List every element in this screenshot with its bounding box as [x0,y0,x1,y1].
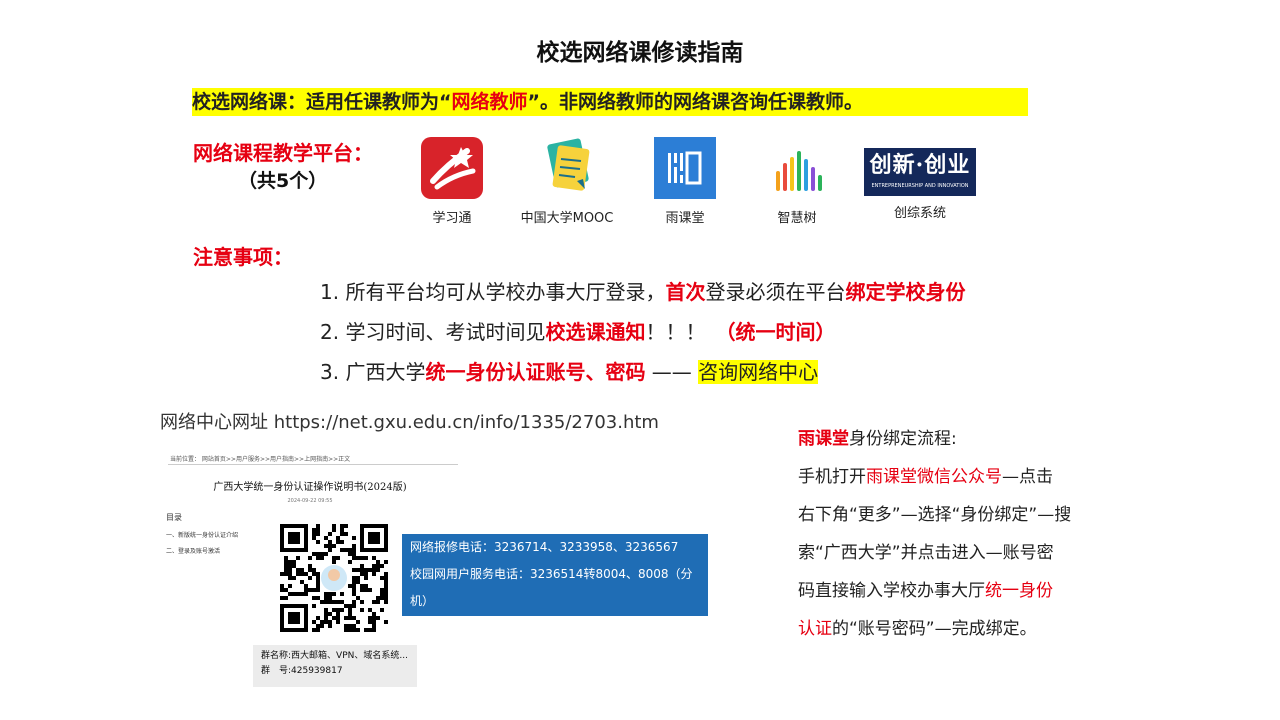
app-label: 创综系统 [893,206,946,221]
flow-text: 索“广西大学”并点击进入—账号密 [798,543,1054,563]
qr-code-icon[interactable] [280,524,388,632]
note-emphasis: 统一身份认证账号、密码 [425,360,646,384]
note-emphasis: 首次 [665,280,706,304]
network-course-banner: 校选网络课：适用任课教师为“网络教师”。非网络教师的网络课咨询任课教师。 [192,88,1028,116]
page-title: 校选网络课修读指南 [536,40,744,66]
group-name: 群名称:西大邮箱、VPN、域名系统... [261,651,408,661]
group-number: 群 号:425939817 [261,666,343,676]
chuangxin-logo-sub: ENTREPRENEURSHIP AND INNOVATION [871,183,969,189]
xuexitong-icon [421,137,483,199]
flow-text: 身份绑定流程: [849,429,957,449]
network-center-url[interactable]: https://net.gxu.edu.cn/info/1335/2703.ht… [274,412,659,433]
phone-info-box: 网络报修电话：3236714、3233958、3236567 校园网用户服务电话… [402,534,708,635]
flow-emphasis: 雨课堂 [798,429,849,449]
app-label: 雨课堂 [665,211,705,226]
doc-date: 2024-09-22 09:55 [287,498,333,504]
note-text: 1. 所有平台均可从学校办事大厅登录， [320,280,666,304]
mooc-icon [537,137,597,199]
doc-divider [168,464,458,465]
chuangxin-logo-text: 创新·创业 [869,152,971,178]
notice-item-2: 2. 学习时间、考试时间见校选课通知！！！ （统一时间） [320,316,835,345]
note-emphasis: （统一时间） [715,320,836,344]
note-emphasis: 校选课通知 [545,320,646,344]
app-label: 中国大学MOOC [520,211,614,226]
zhihuishu-icon [766,137,828,199]
flow-emphasis: 认证 [798,619,832,639]
network-center-url-line: 网络中心网址 https://net.gxu.edu.cn/info/1335/… [160,408,659,434]
notice-label: 注意事项： [193,245,293,269]
flow-text: 右下角“更多”—选择“身份绑定”—搜 [798,505,1072,525]
note-text: 2. 学习时间、考试时间见 [320,320,546,344]
url-label: 网络中心网址 [160,412,268,433]
flow-emphasis: 雨课堂微信公众号 [866,467,1002,487]
app-xuexitong[interactable]: 学习通 [407,137,497,226]
app-mooc[interactable]: 中国大学MOOC [517,137,617,226]
platforms-count: （共5个） [238,170,328,192]
flow-text: —点击 [1002,467,1053,487]
flow-emphasis: 统一身份 [985,581,1053,601]
app-label: 学习通 [432,211,472,226]
doc-toc-item: 二、登录及账号激活 [166,548,221,555]
flow-text: 码直接输入学校办事大厅 [798,581,985,601]
banner-suffix: ”。非网络教师的网络课咨询任课教师。 [527,91,864,113]
app-chuangzong[interactable]: 创新·创业 ENTREPRENEURSHIP AND INNOVATION 创综… [862,148,978,221]
app-yuketang[interactable]: 雨课堂 [640,137,730,226]
doc-toc: 目录 [166,513,182,522]
app-label: 智慧树 [777,211,817,226]
doc-toc-item: 一、新版统一身份认证介绍 [166,532,239,539]
notice-item-3: 3. 广西大学统一身份认证账号、密码 —— 咨询网络中心 [320,356,819,385]
app-zhihuishu[interactable]: 智慧树 [752,137,842,226]
platforms-label: 网络课程教学平台： [193,141,373,165]
note-text: 登录必须在平台 [705,280,846,304]
doc-breadcrumb: 当前位置： 网站首页>>用户服务>>用户指南>>上网指南>>正文 [170,456,351,463]
note-text: ！！！ [645,320,706,344]
phone-line: 校园卡用户服务电话：3236514转8009（分机） [410,621,674,635]
yuketang-binding-flow: 雨课堂身份绑定流程: 手机打开雨课堂微信公众号—点击 右下角“更多”—选择“身份… [798,420,1133,648]
qq-group-info: 群名称:西大邮箱、VPN、域名系统... 群 号:425939817 [253,645,417,687]
note-text: —— [645,360,699,384]
phone-line: 网络报修电话：3236714、3233958、3236567 [410,540,679,554]
flow-text: 手机打开 [798,467,866,487]
note-emphasis: 绑定学校身份 [845,280,966,304]
chuangzong-icon: 创新·创业 ENTREPRENEURSHIP AND INNOVATION [864,148,976,196]
note-highlight: 咨询网络中心 [698,360,819,384]
banner-highlight: 网络教师 [451,91,528,113]
notice-item-1: 1. 所有平台均可从学校办事大厅登录，首次登录必须在平台绑定学校身份 [320,276,965,305]
note-text: 3. 广西大学 [320,360,426,384]
yuketang-icon [654,137,716,199]
banner-prefix: 校选网络课：适用任课教师为“ [192,91,452,113]
flow-text: 的“账号密码”—完成绑定。 [832,619,1037,639]
phone-line: 校园网用户服务电话：3236514转8004、8008（分机） [410,567,693,608]
doc-title: 广西大学统一身份认证操作说明书(2024版) [213,482,407,493]
